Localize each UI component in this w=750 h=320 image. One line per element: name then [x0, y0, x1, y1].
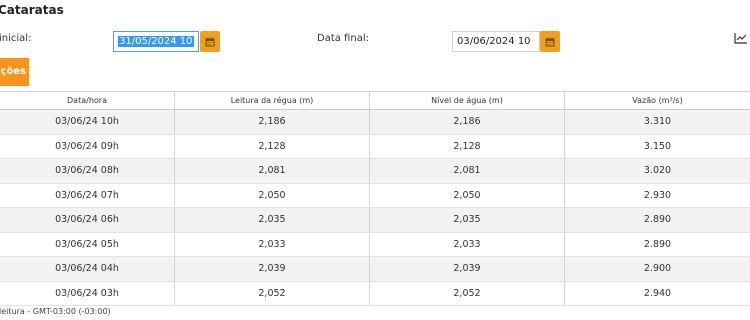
page-title: Cataratas	[0, 3, 64, 17]
table-row: 03/06/24 06h 2,035 2,035 2.890	[0, 208, 750, 233]
actions-button[interactable]: ções	[0, 58, 29, 86]
cell-flow: 3.310	[643, 116, 672, 128]
column-header-datetime: Data/hora	[0, 92, 175, 109]
start-date-label: inicial:	[0, 33, 32, 44]
cell-gauge-reading: 2,186	[175, 110, 370, 134]
cell-flow: 2.890	[643, 238, 672, 250]
cell-water-level: 2,050	[370, 183, 565, 207]
column-header-gauge-reading: Leitura da régua (m)	[175, 92, 370, 109]
cell-flow: 2.890	[643, 214, 672, 226]
cell-flow: 2.930	[643, 189, 672, 201]
table-row: 03/06/24 08h 2,081 2,081 3.020	[0, 159, 750, 184]
table-row: 03/06/24 04h 2,039 2,039 2.900	[0, 257, 750, 282]
table-row: 03/06/24 03h 2,052 2,052 2.940	[0, 281, 750, 306]
end-date-calendar-button[interactable]	[540, 31, 560, 52]
cell-water-level: 2,186	[370, 110, 565, 134]
cell-flow: 3.150	[643, 140, 672, 152]
table-row: 03/06/24 07h 2,050 2,050 2.930	[0, 183, 750, 208]
cell-gauge-reading: 2,039	[175, 257, 370, 281]
cell-water-level: 2,039	[370, 257, 565, 281]
cell-flow: 3.020	[643, 165, 672, 177]
cell-gauge-reading: 2,050	[175, 183, 370, 207]
cell-datetime: 03/06/24 04h	[0, 257, 175, 281]
start-date-value: 31/05/2024 10	[118, 36, 194, 47]
cell-water-level: 2,128	[370, 134, 565, 158]
cell-datetime: 03/06/24 08h	[0, 159, 175, 183]
end-date-label: Data final:	[317, 33, 369, 44]
readings-table: Data/hora Leitura da régua (m) Nível de …	[0, 91, 750, 306]
cell-datetime: 03/06/24 10h	[0, 110, 175, 134]
cell-gauge-reading: 2,052	[175, 281, 370, 305]
cell-water-level: 2,035	[370, 208, 565, 232]
table-row: 03/06/24 09h 2,128 2,128 3.150	[0, 134, 750, 159]
cell-water-level: 2,033	[370, 232, 565, 256]
cell-gauge-reading: 2,035	[175, 208, 370, 232]
cell-gauge-reading: 2,033	[175, 232, 370, 256]
calendar-icon	[205, 37, 215, 46]
end-date-input[interactable]: 03/06/2024 10	[452, 31, 540, 52]
table-row: 03/06/24 10h 2,186 2,186 3.310	[0, 110, 750, 135]
timezone-note: leitura - GMT-03:00 (-03:00)	[0, 307, 111, 316]
table-header-row: Data/hora Leitura da régua (m) Nível de …	[0, 92, 750, 110]
table-row: 03/06/24 05h 2,033 2,033 2.890	[0, 232, 750, 257]
cell-datetime: 03/06/24 06h	[0, 208, 175, 232]
start-date-calendar-button[interactable]	[200, 31, 220, 52]
cell-gauge-reading: 2,128	[175, 134, 370, 158]
end-date-value: 03/06/2024 10	[457, 36, 531, 47]
column-header-water-level: Nível de água (m)	[370, 92, 565, 109]
line-chart-icon[interactable]	[734, 32, 748, 44]
cell-flow: 2.940	[643, 287, 672, 299]
cell-water-level: 2,052	[370, 281, 565, 305]
cell-datetime: 03/06/24 07h	[0, 183, 175, 207]
cell-gauge-reading: 2,081	[175, 159, 370, 183]
cell-datetime: 03/06/24 09h	[0, 134, 175, 158]
cell-flow: 2.900	[643, 263, 672, 275]
cell-water-level: 2,081	[370, 159, 565, 183]
cell-datetime: 03/06/24 03h	[0, 281, 175, 305]
column-header-flow: Vazão (m³/s)	[632, 96, 683, 105]
calendar-icon	[545, 37, 555, 46]
cell-datetime: 03/06/24 05h	[0, 232, 175, 256]
start-date-input[interactable]: 31/05/2024 10	[113, 31, 199, 52]
